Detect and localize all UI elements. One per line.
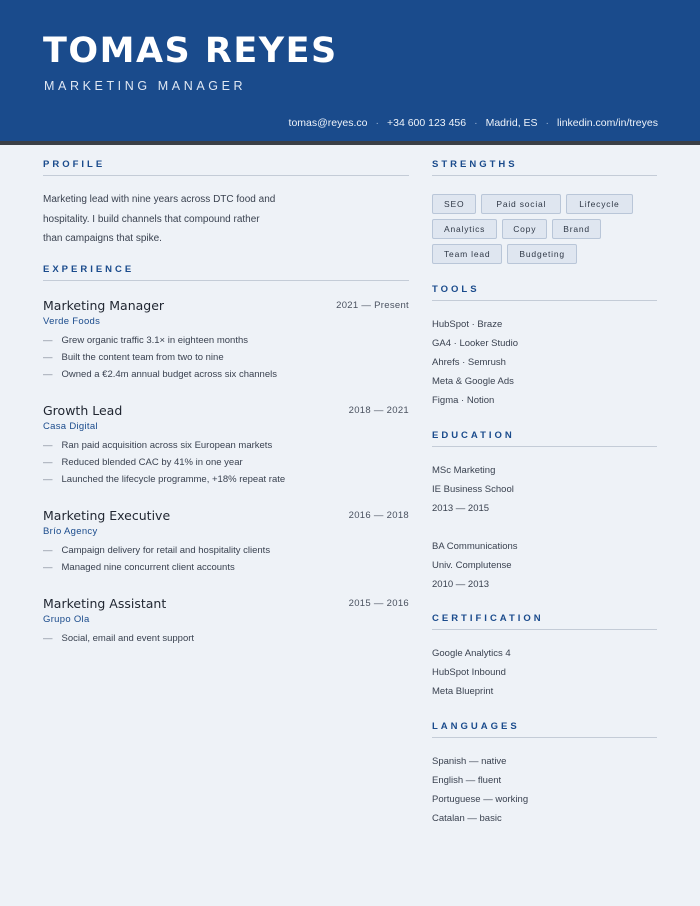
experience-rule <box>43 280 409 281</box>
tool-item: HubSpot · Braze <box>432 319 503 330</box>
job-company: Brío Agency <box>43 526 98 537</box>
certification-item: HubSpot Inbound <box>432 667 506 678</box>
strengths-rule <box>432 175 657 176</box>
job-entry: Growth Lead 2018 — 2021 Casa Digital — Ra… <box>43 403 409 488</box>
job-bullet: — Built the content team from two to nine <box>43 352 224 363</box>
job-company: Grupo Ola <box>43 614 90 625</box>
strengths-chips: SEO Paid social Lifecycle Analytics Copy… <box>432 194 662 269</box>
job-dates: 2016 — 2018 <box>348 510 409 521</box>
languages-list: Spanish — native English — fluent Portug… <box>432 752 528 828</box>
contact-separator: · <box>375 117 379 129</box>
tools-list: HubSpot · Braze GA4 · Looker Studio Ahre… <box>432 315 518 410</box>
bullet-dash: — <box>43 457 53 468</box>
job-bullet: — Launched the lifecycle programme, +18% … <box>43 474 286 485</box>
strengths-heading: STRENGTHS <box>432 159 518 170</box>
education-rule <box>432 446 657 447</box>
candidate-title: MARKETING MANAGER <box>44 79 247 93</box>
certification-rule <box>432 629 657 630</box>
tool-item: Meta & Google Ads <box>432 376 514 387</box>
job-bullet: — Ran paid acquisition across six Europea… <box>43 440 273 451</box>
bullet-dash: — <box>43 335 53 346</box>
degree: BA Communications <box>432 541 518 552</box>
job-bullet: — Grew organic traffic 3.1× in eighteen m… <box>43 335 248 346</box>
education-dates: 2010 — 2013 <box>432 579 490 590</box>
languages-rule <box>432 737 657 738</box>
job-bullet: — Owned a €2.4m annual budget across six … <box>43 369 277 380</box>
school: Univ. Complutense <box>432 560 512 571</box>
profile-summary: Marketing lead with nine years across DT… <box>43 190 283 249</box>
profile-line: Marketing lead with nine years across DT… <box>43 194 276 205</box>
contact-separator: · <box>545 117 550 129</box>
job-company: Casa Digital <box>43 421 98 432</box>
education-entry: BA Communications Univ. Complutense 2010… <box>432 537 518 594</box>
strength-chip: Budgeting <box>507 244 577 264</box>
contact-location: Madrid, ES <box>485 117 538 129</box>
tool-item: Ahrefs · Semrush <box>432 357 506 368</box>
strength-chip: Copy <box>502 219 548 239</box>
job-entry: Marketing Assistant 2015 — 2016 Grupo Ol… <box>43 596 409 647</box>
certification-item: Meta Blueprint <box>432 686 494 697</box>
contact-separator: · <box>474 117 478 129</box>
job-bullet: — Social, email and event support <box>43 633 195 644</box>
job-dates: 2018 — 2021 <box>348 405 409 416</box>
profile-rule <box>43 175 409 176</box>
strength-chip: Analytics <box>432 219 498 239</box>
tools-heading: TOOLS <box>432 284 480 295</box>
contact-email[interactable]: tomas@reyes.co <box>289 117 368 129</box>
experience-heading: EXPERIENCE <box>43 264 135 275</box>
strength-chip: SEO <box>432 194 477 214</box>
job-bullet: — Reduced blended CAC by 41% in one year <box>43 457 243 468</box>
strength-chip: Lifecycle <box>566 194 633 214</box>
education-heading: EDUCATION <box>432 430 515 441</box>
certification-heading: CERTIFICATION <box>432 613 544 624</box>
degree: MSc Marketing <box>432 465 496 476</box>
job-bullet: — Managed nine concurrent client accounts <box>43 562 235 573</box>
language-item: English — fluent <box>432 775 502 786</box>
languages-heading: LANGUAGES <box>432 721 520 732</box>
strength-chip: Brand <box>552 219 601 239</box>
certification-list: Google Analytics 4 HubSpot Inbound Meta … <box>432 644 511 701</box>
bullet-dash: — <box>43 562 53 573</box>
language-item: Portuguese — working <box>432 794 529 805</box>
language-item: Spanish — native <box>432 756 507 767</box>
bullet-dash: — <box>43 474 53 485</box>
language-item: Catalan — basic <box>432 813 502 824</box>
job-entry: Marketing Manager 2021 — Present Verde F… <box>43 298 409 383</box>
contact-phone[interactable]: +34 600 123 456 <box>387 117 466 129</box>
profile-heading: PROFILE <box>43 159 106 170</box>
job-company: Verde Foods <box>43 316 101 327</box>
education-entry: MSc Marketing IE Business School 2013 — … <box>432 461 514 518</box>
tools-rule <box>432 300 657 301</box>
bullet-dash: — <box>43 633 53 644</box>
candidate-name: TOMAS REYES <box>43 31 338 71</box>
certification-item: Google Analytics 4 <box>432 648 511 659</box>
job-dates: 2015 — 2016 <box>348 598 409 609</box>
bullet-dash: — <box>43 352 53 363</box>
strength-chip: Team lead <box>432 244 503 264</box>
profile-line: than campaigns that spike. <box>43 233 162 244</box>
contact-bar: tomas@reyes.co · +34 600 123 456 · Madrid, E… <box>289 117 658 129</box>
contact-linkedin[interactable]: linkedin.com/in/treyes <box>557 117 658 129</box>
job-entry: Marketing Executive 2016 — 2018 Brío Age… <box>43 508 409 576</box>
school: IE Business School <box>432 484 514 495</box>
header-divider <box>0 141 700 145</box>
bullet-dash: — <box>43 440 53 451</box>
bullet-dash: — <box>43 369 53 380</box>
bullet-dash: — <box>43 545 53 556</box>
strength-chip: Paid social <box>481 194 562 214</box>
tool-item: Figma · Notion <box>432 395 495 406</box>
tool-item: GA4 · Looker Studio <box>432 338 519 349</box>
education-dates: 2013 — 2015 <box>432 503 490 514</box>
job-bullet: — Campaign delivery for retail and hospit… <box>43 545 271 556</box>
profile-line: hospitality. I build channels that compo… <box>43 213 260 225</box>
job-dates: 2021 — Present <box>336 300 409 311</box>
